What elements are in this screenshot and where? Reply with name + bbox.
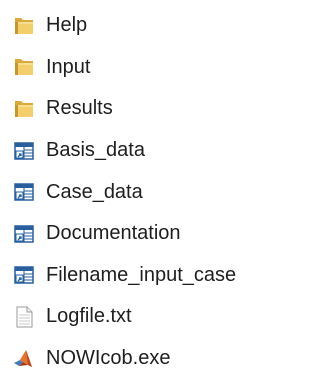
file-name: Basis_data [46, 139, 145, 162]
folder-icon [12, 14, 36, 38]
database-shortcut-icon [12, 222, 36, 246]
file-item-logfile[interactable]: Logfile.txt [0, 296, 276, 338]
database-shortcut-icon [12, 180, 36, 204]
file-name: Help [46, 14, 88, 37]
file-name: Input [46, 55, 91, 78]
file-name: NOWIcob.exe [46, 347, 171, 370]
file-item-filename-input-case[interactable]: Filename_input_case [0, 255, 276, 297]
file-name: Logfile.txt [46, 305, 132, 328]
file-name: Filename_input_case [46, 263, 237, 286]
file-item-documentation[interactable]: Documentation [0, 213, 276, 255]
file-item-case-data[interactable]: Case_data [0, 171, 276, 213]
file-item-input[interactable]: Input [0, 47, 276, 89]
file-item-results[interactable]: Results [0, 88, 276, 130]
text-file-icon [12, 305, 36, 329]
folder-icon [12, 55, 36, 79]
folder-icon [12, 97, 36, 121]
file-item-basis-data[interactable]: Basis_data [0, 130, 276, 172]
file-name: Documentation [46, 222, 181, 245]
database-shortcut-icon [12, 263, 36, 287]
file-list: Help Input Results Basis_data Case_data … [0, 5, 276, 379]
file-name: Results [46, 97, 113, 120]
file-item-nowicob-exe[interactable]: NOWIcob.exe [0, 338, 276, 379]
database-shortcut-icon [12, 139, 36, 163]
matlab-icon [12, 347, 36, 371]
file-name: Case_data [46, 180, 143, 203]
file-item-help[interactable]: Help [0, 5, 276, 47]
